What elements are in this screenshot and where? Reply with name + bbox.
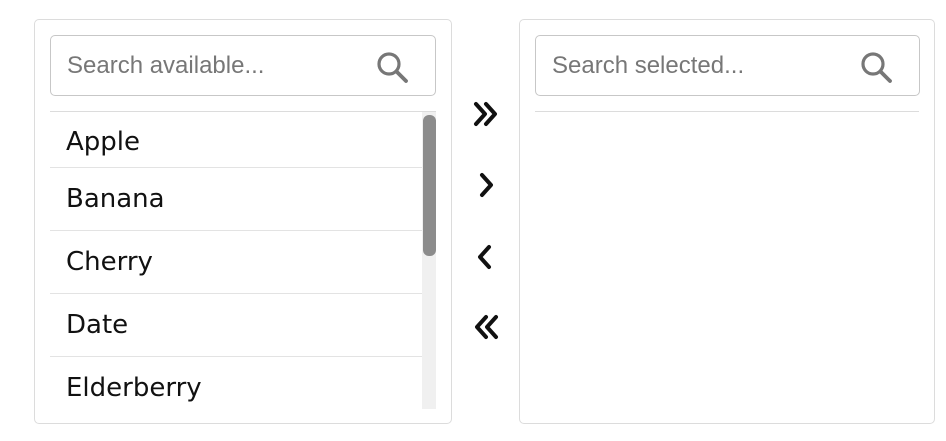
scrollbar-track[interactable] — [422, 112, 436, 409]
double-chevron-right-icon — [474, 102, 497, 126]
move-right-button[interactable] — [466, 165, 506, 205]
selected-list-panel — [519, 19, 935, 424]
available-list-panel: Apple Banana Cherry Date Elderberry — [34, 19, 452, 424]
available-items-list[interactable]: Apple Banana Cherry Date Elderberry — [50, 112, 436, 409]
move-left-button[interactable] — [466, 237, 506, 277]
move-all-right-button[interactable] — [466, 94, 506, 134]
move-all-left-button[interactable] — [466, 307, 506, 347]
selected-items-list[interactable] — [535, 112, 921, 409]
list-item[interactable]: Elderberry — [50, 357, 422, 409]
search-icon[interactable] — [859, 50, 893, 84]
available-search-box[interactable] — [50, 35, 436, 96]
list-item[interactable]: Banana — [50, 168, 422, 231]
available-search-input[interactable] — [51, 36, 367, 95]
list-item[interactable]: Apple — [50, 112, 422, 168]
selected-search-box[interactable] — [535, 35, 920, 96]
chevron-left-icon — [478, 245, 491, 269]
search-icon[interactable] — [375, 50, 409, 84]
list-item[interactable]: Cherry — [50, 231, 422, 294]
selected-search-input[interactable] — [536, 36, 852, 95]
double-chevron-left-icon — [475, 315, 498, 339]
chevron-right-icon — [480, 173, 493, 197]
scrollbar-thumb[interactable] — [423, 115, 436, 256]
list-item[interactable]: Date — [50, 294, 422, 357]
